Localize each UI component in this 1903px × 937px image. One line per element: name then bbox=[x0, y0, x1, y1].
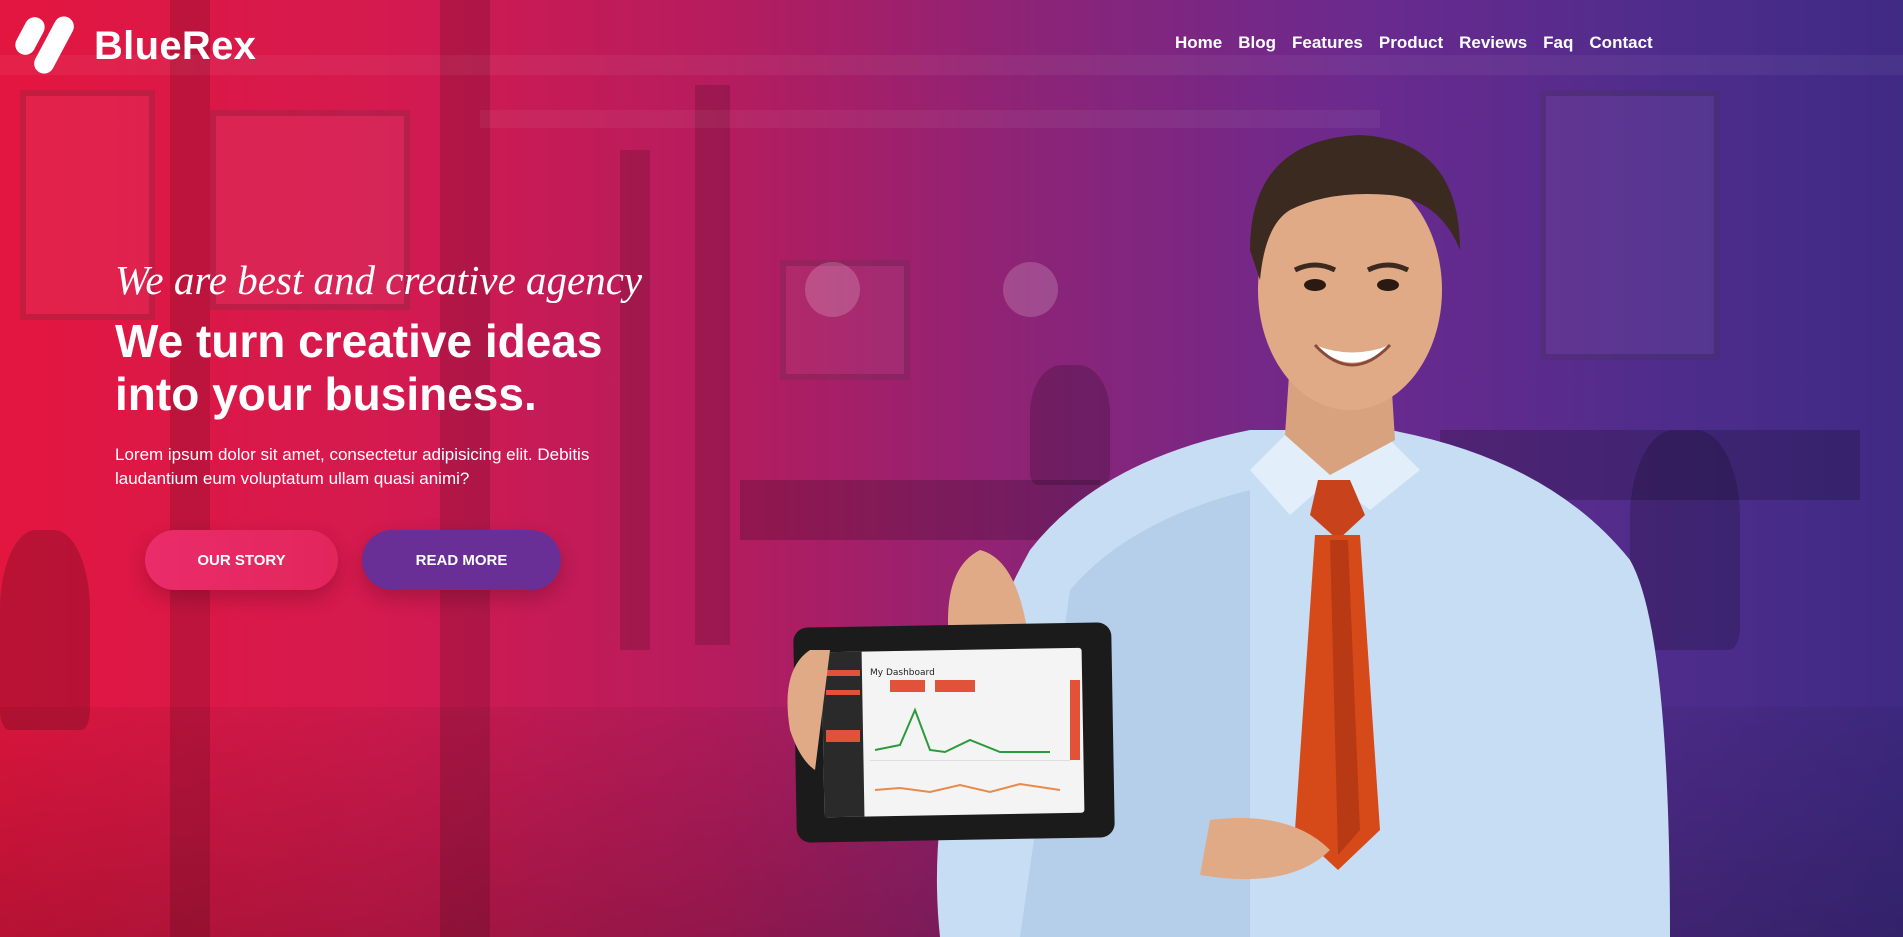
hero-description: Lorem ipsum dolor sit amet, consectetur … bbox=[115, 443, 655, 491]
nav-product[interactable]: Product bbox=[1379, 33, 1443, 53]
hero-section: BlueRex Home Blog Features Product Revie… bbox=[0, 0, 1903, 937]
brand-name: BlueRex bbox=[94, 23, 257, 68]
nav-home[interactable]: Home bbox=[1175, 33, 1222, 53]
description-line-1: Lorem ipsum dolor sit amet, consectetur … bbox=[115, 445, 590, 465]
brand-logo[interactable]: BlueRex bbox=[11, 12, 257, 78]
man-with-tablet-image: My Dashboard bbox=[787, 135, 1670, 937]
read-more-button[interactable]: READ MORE bbox=[362, 530, 561, 590]
hero-content: We are best and creative agency We turn … bbox=[115, 256, 675, 491]
headline-line-1: We turn creative ideas bbox=[115, 315, 603, 368]
logo-icon bbox=[11, 12, 84, 78]
nav-faq[interactable]: Faq bbox=[1543, 33, 1573, 53]
nav-reviews[interactable]: Reviews bbox=[1459, 33, 1527, 53]
our-story-button[interactable]: OUR STORY bbox=[145, 530, 338, 590]
hero-buttons: OUR STORY READ MORE bbox=[145, 530, 561, 590]
hero-tagline: We are best and creative agency bbox=[115, 257, 643, 303]
headline-line-2: into your business. bbox=[115, 368, 537, 421]
nav-features[interactable]: Features bbox=[1292, 33, 1363, 53]
nav-contact[interactable]: Contact bbox=[1589, 33, 1652, 53]
description-line-2: laudantium eum voluptatum ullam quasi an… bbox=[115, 469, 470, 489]
nav-blog[interactable]: Blog bbox=[1238, 33, 1276, 53]
tablet-device: My Dashboard bbox=[793, 622, 1115, 843]
main-nav: Home Blog Features Product Reviews Faq C… bbox=[1175, 33, 1653, 53]
tablet-dashboard-title: My Dashboard bbox=[870, 668, 935, 678]
hero-headline: We turn creative ideas into your busines… bbox=[115, 315, 675, 421]
